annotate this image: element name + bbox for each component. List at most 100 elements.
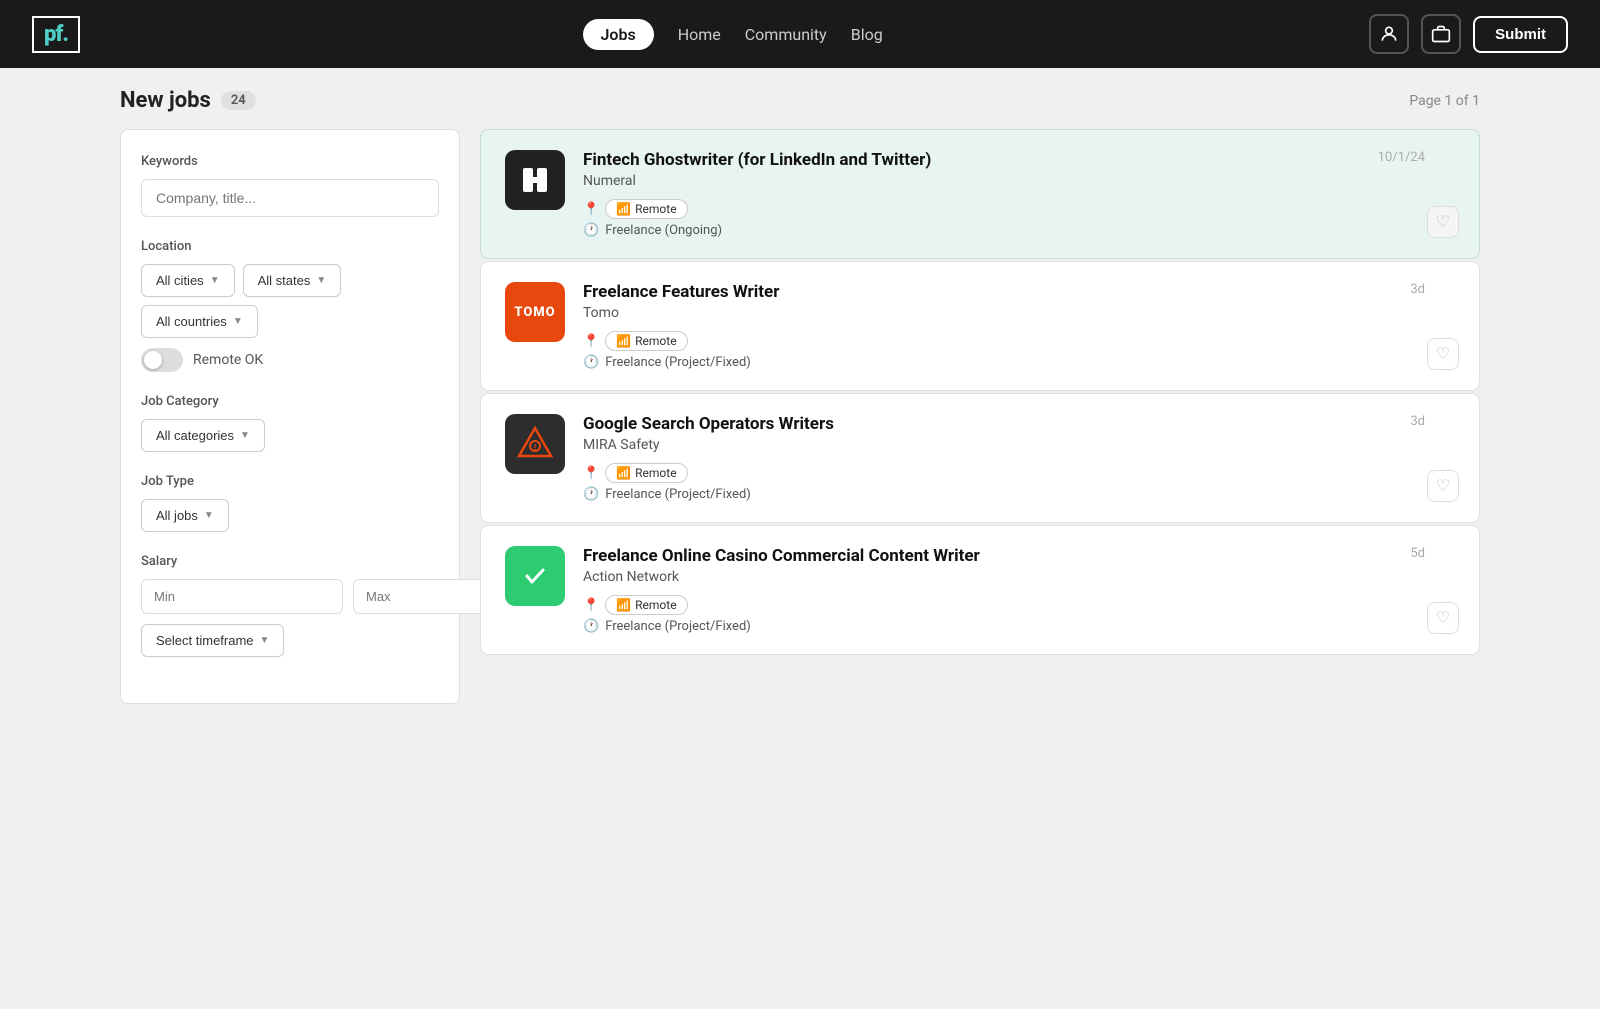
all-countries-dropdown[interactable]: All countries ▼ [141,305,258,338]
company-name: Numeral [583,173,1455,189]
svg-text:!: ! [534,443,536,452]
jobs-list: Fintech Ghostwriter (for LinkedIn and Tw… [480,129,1480,655]
all-categories-label: All categories [156,428,234,443]
job-title: Fintech Ghostwriter (for LinkedIn and Tw… [583,150,1455,170]
job-type-text: Freelance (Ongoing) [605,223,722,238]
nav-home[interactable]: Home [678,25,721,44]
briefcase-button[interactable] [1421,14,1461,54]
all-jobs-dropdown[interactable]: All jobs ▼ [141,499,229,532]
jobs-count-badge: 24 [221,91,256,110]
logo-text: pf. [44,22,68,47]
location-row: 📍 📶 Remote [583,331,1455,351]
logo[interactable]: pf. [32,16,80,53]
briefcase-icon [1431,24,1451,44]
page-header: New jobs 24 Page 1 of 1 [120,88,1480,113]
remote-badge: 📶 Remote [605,331,687,351]
job-type-filter: Job Type All jobs ▼ [141,474,439,532]
location-icon: 📍 [583,202,599,217]
all-categories-dropdown[interactable]: All categories ▼ [141,419,265,452]
job-type-row: 🕐 Freelance (Ongoing) [583,223,1455,238]
chevron-down-icon: ▼ [260,635,270,646]
location-icon: 📍 [583,334,599,349]
remote-badge: 📶 Remote [605,595,687,615]
save-job-button[interactable]: ♡ [1427,470,1459,502]
all-states-dropdown[interactable]: All states ▼ [243,264,342,297]
title-text: New jobs [120,88,211,113]
keywords-filter: Keywords [141,154,439,217]
wifi-icon: 📶 [616,598,631,612]
job-title: Freelance Online Casino Commercial Conte… [583,546,1455,566]
sidebar: Keywords Location All cities ▼ All state… [120,129,460,704]
chevron-down-icon: ▼ [204,510,214,521]
job-meta: 📍 📶 Remote 🕐 Freelance (Project/Fixed) [583,331,1455,370]
job-info: Freelance Online Casino Commercial Conte… [583,546,1455,634]
page-title: New jobs 24 [120,88,256,113]
chevron-down-icon: ▼ [210,275,220,286]
job-card[interactable]: ! Google Search Operators Writers MIRA S… [480,393,1480,523]
numeral-logo-icon [517,162,553,198]
save-job-button[interactable]: ♡ [1427,206,1459,238]
job-card[interactable]: Freelance Online Casino Commercial Conte… [480,525,1480,655]
remote-toggle[interactable] [141,348,183,372]
location-filter: Location All cities ▼ All states ▼ All c… [141,239,439,372]
remote-label: Remote [635,334,676,348]
save-job-button[interactable]: ♡ [1427,602,1459,634]
all-jobs-label: All jobs [156,508,198,523]
location-icon: 📍 [583,598,599,613]
job-type-row: 🕐 Freelance (Project/Fixed) [583,487,1455,502]
company-logo: ! [505,414,565,474]
timeframe-dropdown[interactable]: Select timeframe ▼ [141,624,284,657]
mira-logo-icon: ! [515,424,555,464]
all-cities-label: All cities [156,273,204,288]
company-logo [505,546,565,606]
profile-button[interactable] [1369,14,1409,54]
wifi-icon: 📶 [616,466,631,480]
keywords-input[interactable] [141,179,439,217]
job-date: 10/1/24 [1378,150,1425,165]
salary-filter: Salary Select timeframe ▼ [141,554,439,657]
job-type-row: 🕐 Freelance (Project/Fixed) [583,355,1455,370]
submit-button[interactable]: Submit [1473,16,1568,53]
clock-icon: 🕐 [583,619,599,634]
tomo-logo-text: TOMO [514,305,555,320]
header: pf. Jobs Home Community Blog Submit [0,0,1600,68]
job-type-text: Freelance (Project/Fixed) [605,355,751,370]
location-row: 📍 📶 Remote [583,463,1455,483]
main-content: Keywords Location All cities ▼ All state… [120,129,1480,704]
job-meta: 📍 📶 Remote 🕐 Freelance (Ongoing) [583,199,1455,238]
salary-min-input[interactable] [141,579,343,614]
job-category-filter: Job Category All categories ▼ [141,394,439,452]
remote-toggle-row: Remote OK [141,348,439,372]
job-card[interactable]: TOMO Freelance Features Writer Tomo 📍 📶 … [480,261,1480,391]
all-cities-dropdown[interactable]: All cities ▼ [141,264,235,297]
job-info: Freelance Features Writer Tomo 📍 📶 Remot… [583,282,1455,370]
company-name: Action Network [583,569,1455,585]
company-logo: TOMO [505,282,565,342]
job-info: Fintech Ghostwriter (for LinkedIn and Tw… [583,150,1455,238]
job-type-text: Freelance (Project/Fixed) [605,619,751,634]
nav-blog[interactable]: Blog [851,25,883,44]
nav-community[interactable]: Community [745,25,827,44]
job-card[interactable]: Fintech Ghostwriter (for LinkedIn and Tw… [480,129,1480,259]
keywords-label: Keywords [141,154,439,169]
job-type-text: Freelance (Project/Fixed) [605,487,751,502]
remote-badge: 📶 Remote [605,199,687,219]
job-date: 5d [1410,546,1425,561]
save-job-button[interactable]: ♡ [1427,338,1459,370]
header-actions: Submit [1369,14,1568,54]
action-checkmark-icon [519,560,551,592]
wifi-icon: 📶 [616,202,631,216]
main-nav: Jobs Home Community Blog [128,19,1337,50]
job-meta: 📍 📶 Remote 🕐 Freelance (Project/Fixed) [583,595,1455,634]
nav-jobs[interactable]: Jobs [583,19,654,50]
chevron-down-icon: ▼ [233,316,243,327]
remote-label: Remote [635,202,676,216]
location-row: 📍 📶 Remote [583,199,1455,219]
all-countries-label: All countries [156,314,227,329]
job-info: Google Search Operators Writers MIRA Saf… [583,414,1455,502]
location-icon: 📍 [583,466,599,481]
job-type-label: Job Type [141,474,439,489]
company-name: Tomo [583,305,1455,321]
clock-icon: 🕐 [583,355,599,370]
job-date: 3d [1410,282,1425,297]
